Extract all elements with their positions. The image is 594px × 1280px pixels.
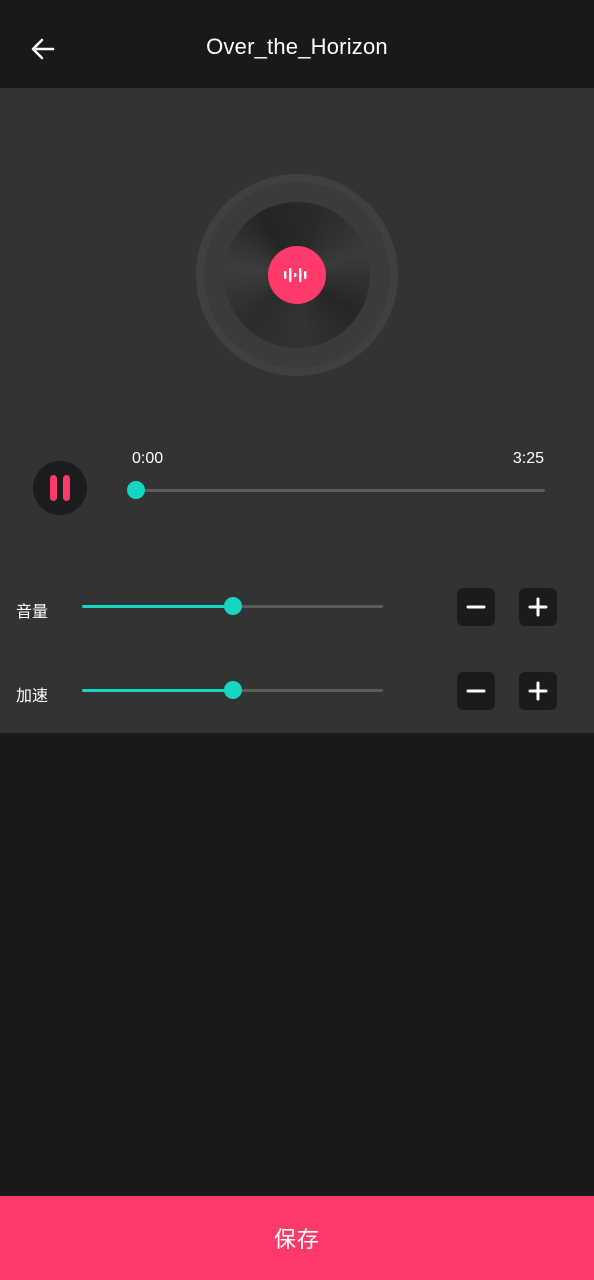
speed-slider-fill <box>82 689 233 692</box>
minus-icon <box>466 605 486 609</box>
speed-increase-button[interactable] <box>519 672 557 710</box>
speed-label: 加速 <box>16 688 49 705</box>
speed-slider-thumb[interactable] <box>223 681 242 699</box>
seek-bar[interactable] <box>127 481 545 499</box>
total-time: 3:25 <box>512 450 544 467</box>
volume-slider[interactable] <box>82 597 383 615</box>
back-button[interactable] <box>22 28 64 70</box>
pause-icon <box>47 475 73 501</box>
seek-bar-thumb[interactable] <box>127 481 145 499</box>
volume-increase-button[interactable] <box>519 588 557 626</box>
app-header: Over_the_Horizon <box>0 0 594 88</box>
save-button[interactable]: 保存 <box>0 1196 594 1280</box>
volume-label: 音量 <box>16 604 49 621</box>
minus-icon <box>466 689 486 693</box>
current-time: 0:00 <box>132 450 164 467</box>
plus-icon <box>528 597 548 617</box>
speed-decrease-button[interactable] <box>457 672 495 710</box>
arrow-left-icon <box>31 38 55 60</box>
page-title: Over_the_Horizon <box>206 34 388 59</box>
speed-slider[interactable] <box>82 681 383 699</box>
volume-slider-thumb[interactable] <box>223 597 242 615</box>
pause-button[interactable] <box>33 461 87 515</box>
disc-center-badge <box>268 246 326 304</box>
volume-slider-fill <box>82 605 233 608</box>
volume-decrease-button[interactable] <box>457 588 495 626</box>
plus-icon <box>528 681 548 701</box>
audio-wave-icon <box>284 268 307 282</box>
